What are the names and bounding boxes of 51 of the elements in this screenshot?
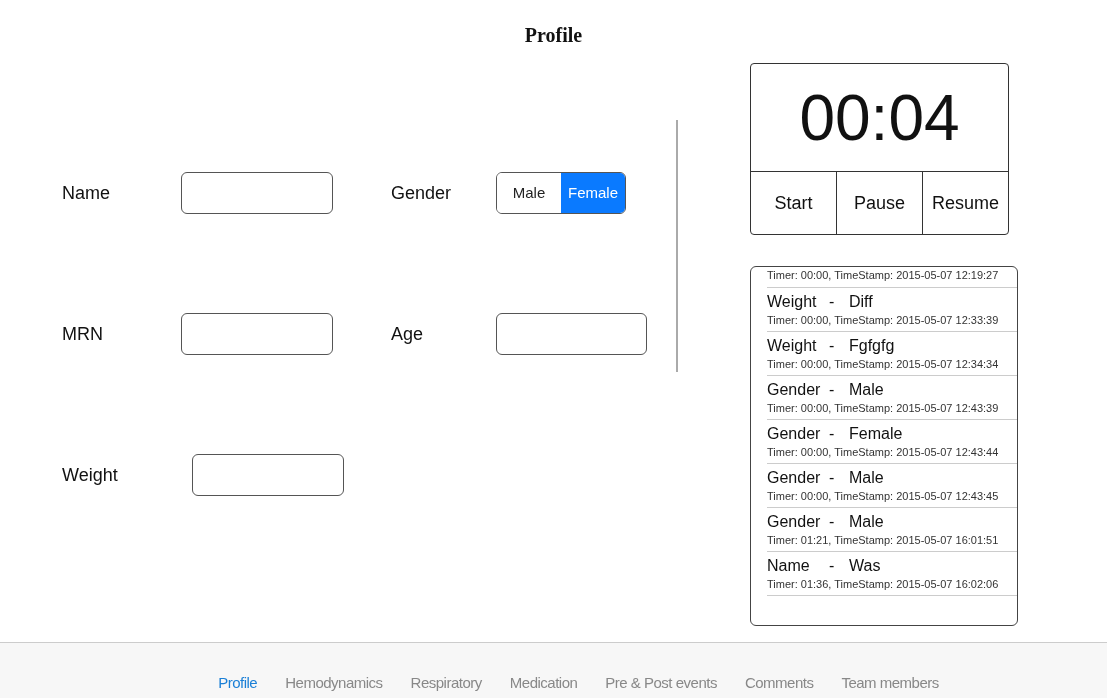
log-timestamp: Timer: 00:00, TimeStamp: 2015-05-07 12:43:45: [767, 489, 1000, 504]
log-field: Weight: [767, 292, 829, 312]
log-timestamp: Timer: 00:00, TimeStamp: 2015-05-07 12:43:44: [767, 445, 1000, 460]
tab[interactable]: Medication: [509, 671, 578, 694]
log-value: Male: [849, 468, 884, 488]
log-value: Fgfgfg: [849, 336, 895, 356]
log-value: Male: [849, 380, 884, 400]
log-separator: -: [829, 292, 836, 312]
timer-button[interactable]: Pause: [836, 172, 922, 234]
log-separator: -: [829, 380, 836, 400]
input-field[interactable]: [192, 454, 344, 496]
log-field: Name: [767, 556, 829, 576]
log-separator: -: [829, 424, 836, 444]
input-field[interactable]: [496, 313, 647, 355]
tab[interactable]: Profile: [218, 671, 258, 694]
log-field: Weight: [767, 336, 829, 356]
log-value: Male: [849, 512, 884, 532]
log-separator: -: [829, 556, 836, 576]
log-separator: -: [829, 336, 836, 356]
field-label: Name: [62, 181, 111, 205]
segment-option[interactable]: Female: [561, 173, 625, 213]
log-field: Gender: [767, 468, 829, 488]
page-title: Profile: [524, 25, 583, 45]
log-separator: -: [829, 512, 836, 532]
log-timestamp: Timer: 01:21, TimeStamp: 2015-05-07 16:01:51: [767, 533, 1000, 548]
timer-button[interactable]: Start: [751, 172, 836, 234]
timer-button[interactable]: Resume: [922, 172, 1008, 234]
log-value: Diff: [849, 292, 873, 312]
tab[interactable]: Pre & Post events: [605, 671, 717, 694]
tab[interactable]: Team members: [841, 671, 939, 694]
input-field[interactable]: [181, 313, 333, 355]
log-timestamp: Timer: 00:00, TimeStamp: 2015-05-07 12:43:39: [767, 401, 1000, 416]
log-timestamp: Timer: 00:00, TimeStamp: 2015-05-07 12:33:39: [767, 313, 1000, 328]
tab[interactable]: Hemodynamics: [285, 671, 383, 694]
log-separator: -: [829, 468, 836, 488]
field-label: MRN: [62, 322, 104, 346]
log-field: Gender: [767, 512, 829, 532]
log-timestamp: Timer: 00:00, TimeStamp: 2015-05-07 12:34:34: [767, 357, 1000, 372]
log-timestamp: Timer: 00:00, TimeStamp: 2015-05-07 12:19:27: [767, 268, 1000, 283]
field-label: Age: [391, 322, 425, 346]
log-field: Gender: [767, 424, 829, 444]
tab[interactable]: Respiratory: [410, 671, 482, 694]
log-field: Gender: [767, 380, 829, 400]
log-timestamp: Timer: 01:36, TimeStamp: 2015-05-07 16:02:06: [767, 577, 1000, 592]
log-value: Female: [849, 424, 903, 444]
log-value: Was: [849, 556, 881, 576]
tab[interactable]: Comments: [744, 671, 814, 694]
timer-display: 00:04: [799, 85, 960, 150]
field-label: Gender: [391, 181, 453, 205]
input-field[interactable]: [181, 172, 333, 214]
field-label: Weight: [62, 463, 119, 487]
